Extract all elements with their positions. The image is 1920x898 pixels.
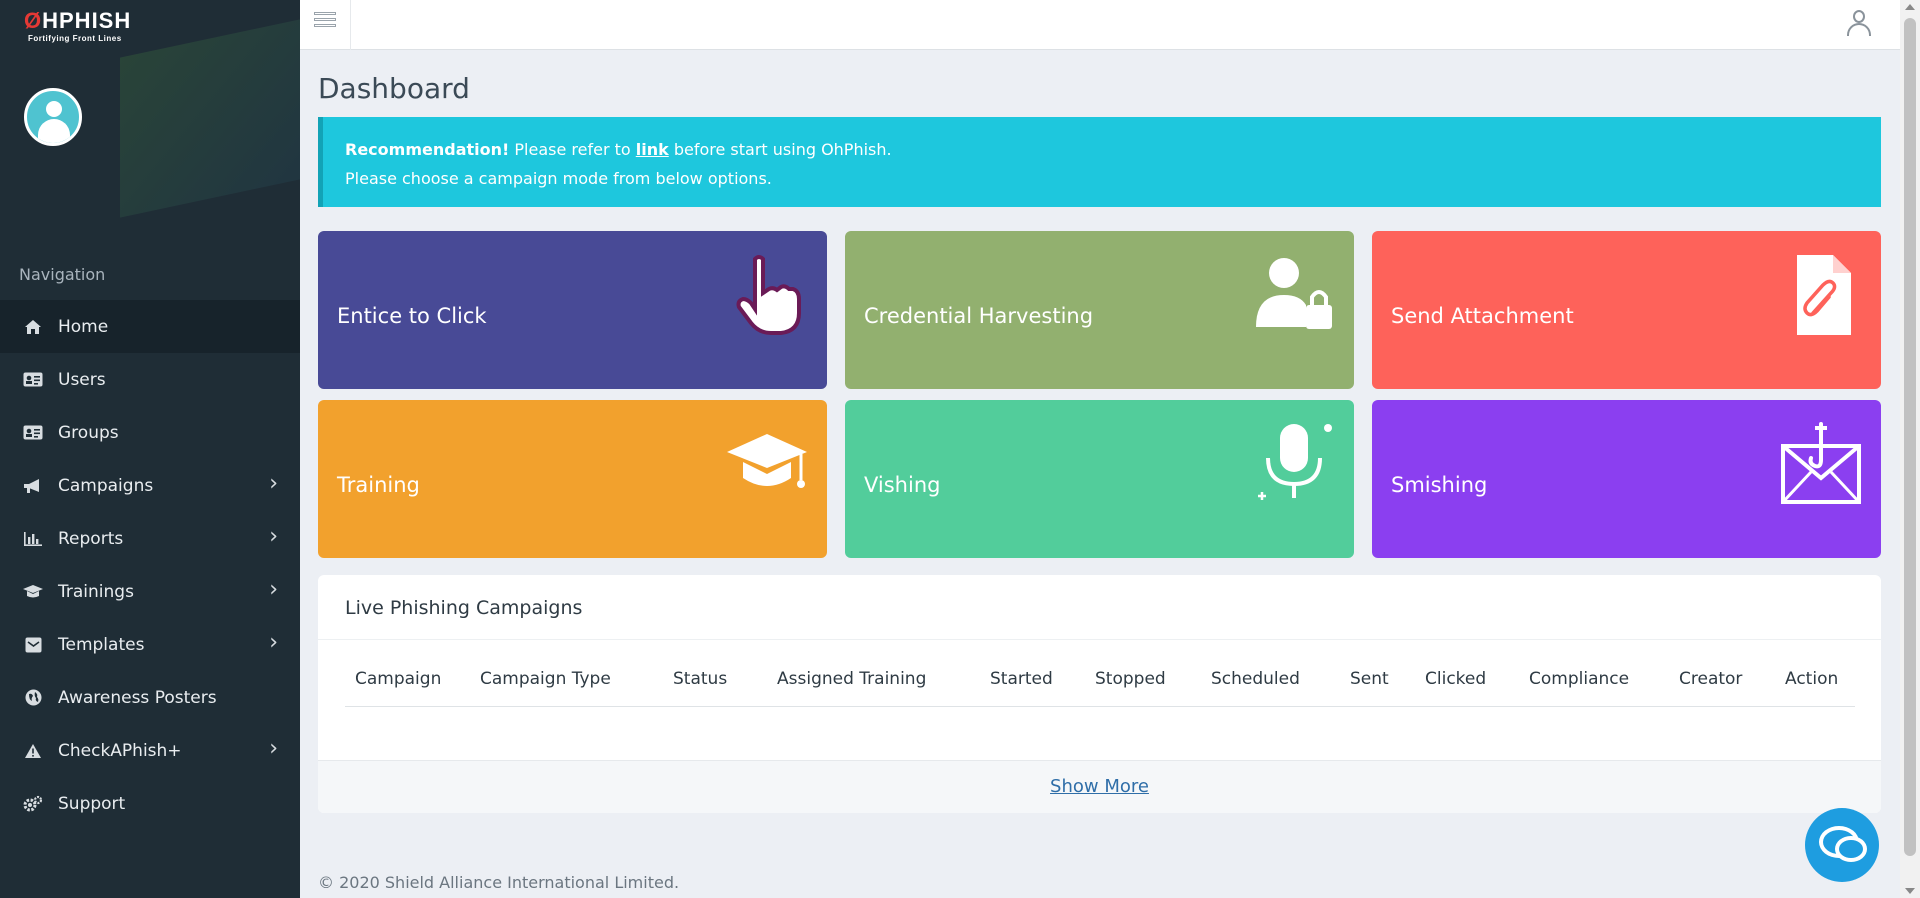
megaphone-icon bbox=[22, 476, 44, 496]
chevron-right-icon: › bbox=[269, 630, 278, 655]
tile-label: Credential Harvesting bbox=[864, 304, 1094, 328]
chat-widget-button[interactable] bbox=[1805, 808, 1879, 882]
live-campaigns-card: Live Phishing Campaigns Campaign Campaign… bbox=[318, 575, 1881, 813]
user-lock-icon bbox=[1252, 253, 1336, 337]
graduation-cap-icon bbox=[22, 582, 44, 602]
column-header-sent[interactable]: Sent bbox=[1350, 669, 1389, 689]
column-header-assigned-training[interactable]: Assigned Training bbox=[777, 669, 926, 689]
sidebar-item-groups[interactable]: Groups bbox=[0, 406, 300, 459]
avatar[interactable] bbox=[24, 88, 82, 146]
tile-smishing[interactable]: Smishing bbox=[1372, 400, 1881, 558]
sidebar-item-reports[interactable]: Reports › bbox=[0, 512, 300, 565]
chevron-right-icon: › bbox=[269, 577, 278, 602]
column-header-creator[interactable]: Creator bbox=[1679, 669, 1742, 689]
sidebar-item-label: Home bbox=[58, 316, 109, 337]
alert-link[interactable]: link bbox=[636, 140, 669, 159]
cogs-icon bbox=[22, 794, 44, 814]
sidebar-item-checkaphish[interactable]: CheckAPhish+ › bbox=[0, 724, 300, 777]
sidebar-item-campaigns[interactable]: Campaigns › bbox=[0, 459, 300, 512]
sidebar-item-awareness-posters[interactable]: Awareness Posters bbox=[0, 671, 300, 724]
graduation-cap-icon bbox=[725, 422, 809, 506]
tile-label: Training bbox=[337, 473, 420, 497]
sidebar-item-trainings[interactable]: Trainings › bbox=[0, 565, 300, 618]
page-scrollbar[interactable] bbox=[1900, 0, 1920, 898]
card-title: Live Phishing Campaigns bbox=[345, 597, 583, 619]
tile-entice-to-click[interactable]: Entice to Click bbox=[318, 231, 827, 389]
recommendation-alert: Recommendation! Please refer to link bef… bbox=[318, 117, 1881, 207]
tile-label: Entice to Click bbox=[337, 304, 487, 328]
home-icon bbox=[22, 317, 44, 337]
alert-bold: Recommendation! bbox=[345, 140, 510, 159]
sidebar-item-label: Awareness Posters bbox=[58, 687, 217, 708]
sidebar-item-label: Reports bbox=[58, 528, 124, 549]
chevron-right-icon: › bbox=[269, 471, 278, 496]
sidebar-background-shape bbox=[120, 2, 300, 218]
scroll-up-icon[interactable] bbox=[1905, 4, 1915, 10]
envelope-hook-icon bbox=[1779, 422, 1863, 506]
menu-toggle-icon[interactable] bbox=[314, 12, 336, 32]
tile-credential-harvesting[interactable]: Credential Harvesting bbox=[845, 231, 1354, 389]
logo[interactable]: ØHPHISH Fortifying Front Lines bbox=[24, 8, 131, 43]
sidebar: ØHPHISH Fortifying Front Lines Navigatio… bbox=[0, 0, 300, 898]
column-header-clicked[interactable]: Clicked bbox=[1425, 669, 1486, 689]
id-card-icon bbox=[22, 423, 44, 443]
tile-training[interactable]: Training bbox=[318, 400, 827, 558]
pointer-hand-icon bbox=[725, 253, 809, 337]
logo-text: HPHISH bbox=[42, 8, 132, 33]
column-header-campaign[interactable]: Campaign bbox=[355, 669, 441, 689]
sidebar-item-label: Users bbox=[58, 369, 106, 390]
logo-mark: Ø bbox=[24, 8, 43, 33]
tile-vishing[interactable]: Vishing bbox=[845, 400, 1354, 558]
sidebar-item-label: Templates bbox=[58, 634, 145, 655]
chevron-right-icon: › bbox=[269, 524, 278, 549]
scroll-thumb[interactable] bbox=[1904, 18, 1916, 856]
sidebar-item-label: CheckAPhish+ bbox=[58, 740, 182, 761]
logo-tagline: Fortifying Front Lines bbox=[28, 34, 122, 43]
id-card-icon bbox=[22, 370, 44, 390]
column-header-started[interactable]: Started bbox=[990, 669, 1053, 689]
envelope-square-icon bbox=[22, 635, 44, 655]
column-header-action[interactable]: Action bbox=[1785, 669, 1838, 689]
nav-heading: Navigation bbox=[19, 265, 106, 284]
sidebar-item-label: Campaigns bbox=[58, 475, 154, 496]
globe-icon bbox=[22, 688, 44, 708]
sidebar-item-templates[interactable]: Templates › bbox=[0, 618, 300, 671]
tile-label: Vishing bbox=[864, 473, 941, 497]
tile-label: Send Attachment bbox=[1391, 304, 1574, 328]
microphone-icon bbox=[1252, 422, 1336, 506]
page-title: Dashboard bbox=[318, 72, 470, 105]
user-profile-icon[interactable] bbox=[1846, 9, 1872, 37]
tile-send-attachment[interactable]: Send Attachment bbox=[1372, 231, 1881, 389]
sidebar-item-label: Support bbox=[58, 793, 126, 814]
alert-line-2: Please choose a campaign mode from below… bbox=[345, 169, 772, 188]
column-header-campaign-type[interactable]: Campaign Type bbox=[480, 669, 611, 689]
column-header-scheduled[interactable]: Scheduled bbox=[1211, 669, 1300, 689]
column-header-status[interactable]: Status bbox=[673, 669, 727, 689]
chevron-right-icon: › bbox=[269, 736, 278, 761]
card-footer: Show More bbox=[318, 760, 1881, 813]
attachment-file-icon bbox=[1779, 253, 1863, 337]
sidebar-item-label: Trainings bbox=[58, 581, 134, 602]
copyright-footer: © 2020 Shield Alliance International Lim… bbox=[318, 873, 680, 892]
show-more-link[interactable]: Show More bbox=[1050, 776, 1149, 797]
sidebar-nav: Home Users Groups Campaigns › Reports › Trainin… bbox=[0, 300, 300, 830]
bar-chart-icon bbox=[22, 529, 44, 549]
table-header: Campaign Campaign Type Status Assigned Trai… bbox=[345, 669, 1855, 707]
scroll-down-icon[interactable] bbox=[1905, 888, 1915, 894]
sidebar-item-users[interactable]: Users bbox=[0, 353, 300, 406]
sidebar-item-support[interactable]: Support bbox=[0, 777, 300, 830]
column-header-stopped[interactable]: Stopped bbox=[1095, 669, 1166, 689]
sidebar-item-label: Groups bbox=[58, 422, 119, 443]
sidebar-item-home[interactable]: Home bbox=[0, 300, 300, 353]
topbar bbox=[300, 0, 1900, 50]
column-header-compliance[interactable]: Compliance bbox=[1529, 669, 1629, 689]
tile-label: Smishing bbox=[1391, 473, 1488, 497]
warning-icon bbox=[22, 741, 44, 761]
